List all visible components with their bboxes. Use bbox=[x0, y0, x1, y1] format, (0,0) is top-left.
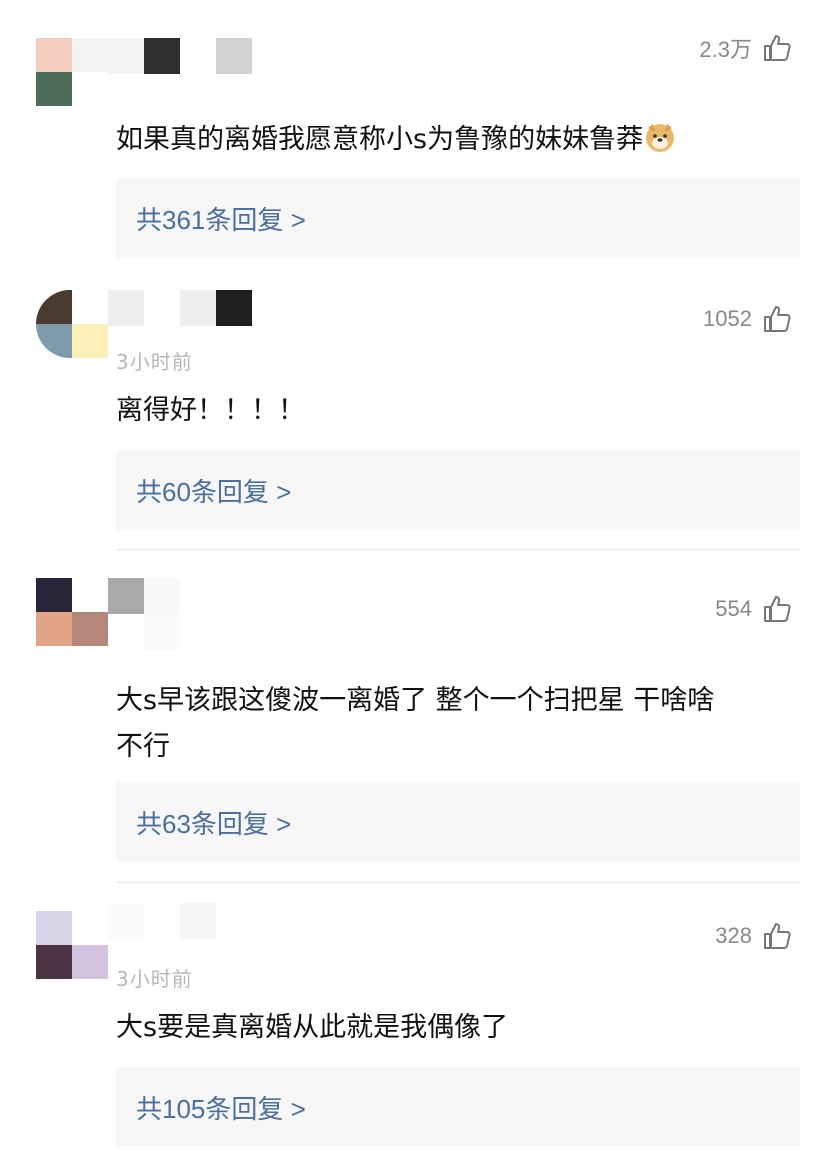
comment-3: 554 大s早该跟这傻波一离婚了 整个一个扫把星 干啥啥 不行 共63条回复 > bbox=[0, 550, 828, 882]
reply-count-link[interactable]: 共60条回复 > bbox=[116, 450, 800, 530]
like-area[interactable]: 2.3万 bbox=[699, 32, 792, 64]
timestamp: 3小时前 bbox=[116, 350, 193, 374]
doge-emoji bbox=[646, 124, 675, 152]
comment-text: 大s要是真离婚从此就是我偶像了 bbox=[116, 1012, 509, 1043]
thumbs-up-icon[interactable] bbox=[762, 304, 792, 334]
comment-1: 2.3万 如果真的离婚我愿意称小s为鲁豫的妹妹鲁莽 共361条回复 > bbox=[0, 0, 828, 270]
reply-count-link[interactable]: 共63条回复 > bbox=[116, 782, 800, 862]
avatar[interactable] bbox=[36, 578, 108, 646]
comment-4: 3小时前 328 大s要是真离婚从此就是我偶像了 共105条回复 > bbox=[0, 883, 828, 1155]
comment-text: 离得好！！！！ bbox=[116, 395, 305, 426]
comment-2: 3小时前 1052 离得好！！！！ 共60条回复 > bbox=[0, 270, 828, 550]
username-mosaic[interactable] bbox=[108, 38, 252, 110]
avatar[interactable] bbox=[36, 911, 108, 979]
thumbs-up-icon[interactable] bbox=[762, 921, 792, 951]
comment-text: 如果真的离婚我愿意称小s为鲁豫的妹妹鲁莽 bbox=[116, 117, 806, 163]
like-area[interactable]: 328 bbox=[715, 921, 792, 951]
like-count: 1052 bbox=[703, 306, 752, 331]
like-count: 2.3万 bbox=[699, 37, 752, 62]
thumbs-up-icon[interactable] bbox=[762, 33, 792, 63]
like-count: 328 bbox=[715, 923, 752, 948]
avatar[interactable] bbox=[36, 290, 108, 358]
username-mosaic[interactable] bbox=[108, 578, 252, 650]
thumbs-up-icon[interactable] bbox=[762, 594, 792, 624]
avatar[interactable] bbox=[36, 38, 108, 106]
like-area[interactable]: 1052 bbox=[703, 304, 792, 334]
comment-text: 大s早该跟这傻波一离婚了 整个一个扫把星 干啥啥 不行 bbox=[116, 685, 715, 762]
reply-count-link[interactable]: 共105条回复 > bbox=[116, 1067, 800, 1147]
reply-count-link[interactable]: 共361条回复 > bbox=[116, 178, 800, 258]
like-area[interactable]: 554 bbox=[715, 594, 792, 624]
like-count: 554 bbox=[715, 596, 752, 621]
timestamp: 3小时前 bbox=[116, 967, 193, 991]
